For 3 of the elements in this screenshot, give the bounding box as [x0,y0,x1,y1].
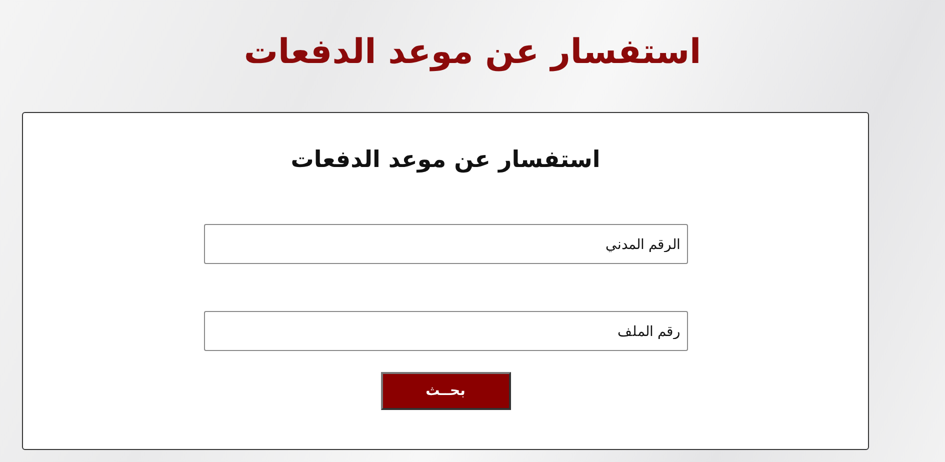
search-button[interactable]: بحــث [380,372,510,410]
page-title: استفسار عن موعد الدفعات [244,32,702,72]
form-title: استفسار عن موعد الدفعات [290,147,600,175]
